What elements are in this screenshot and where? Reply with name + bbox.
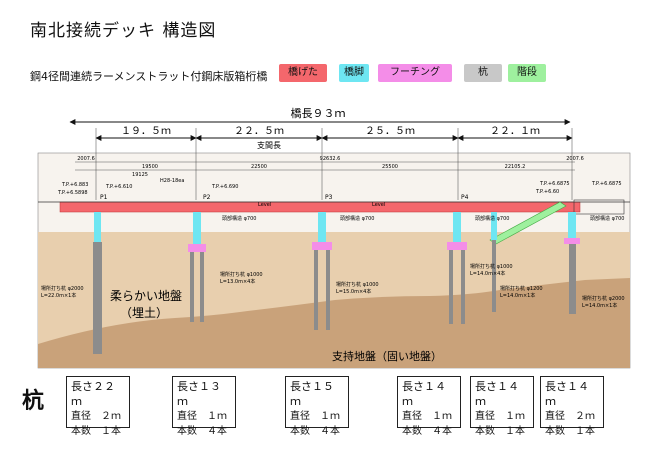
- pile-note-left: 場所打ち杭 φ2000: [41, 285, 84, 292]
- pile-note-p5-len: L=14.0m×1本: [500, 292, 535, 299]
- tp-left-bottom: T.P.+6.5898: [57, 190, 88, 196]
- pier-label-3: P3: [325, 194, 333, 201]
- span-label-2: ２２．５ｍ: [234, 126, 284, 137]
- bearing-note-3: 頭部構造 φ700: [475, 215, 509, 222]
- total-length-label: 橋長９３ｍ: [291, 106, 346, 120]
- span-label-1: １９．５ｍ: [121, 126, 171, 137]
- dim-right-end: 2007.6: [566, 156, 584, 162]
- bearing-note-2: 頭部構造 φ700: [340, 215, 374, 222]
- pile-1: [93, 242, 102, 354]
- tp-right-c: T.P.+6.6875: [591, 181, 622, 187]
- pile-spec-3: 長さ１５ｍ 直径 １ｍ 本数 ４本: [285, 376, 349, 437]
- pile-note-p3: 場所打ち杭 φ1000: [336, 281, 379, 288]
- pier-2: [193, 212, 201, 244]
- pile-note-right: 場所打ち杭 φ2000: [582, 295, 625, 302]
- dim-span-2: 22500: [251, 164, 267, 170]
- dim-span-1: 19500: [142, 164, 158, 170]
- pile-spec-diameter: 直径 １ｍ: [290, 411, 340, 422]
- soft-ground-label: 柔らかい地盤: [110, 289, 182, 303]
- dim-span-4: 22105.2: [505, 164, 526, 170]
- pile-spec-diameter: 直径 １ｍ: [177, 411, 227, 422]
- pier-label-1: P1: [100, 194, 108, 201]
- pile-spec-6: 長さ１４ｍ 直径 ２ｍ 本数 １本: [540, 376, 604, 437]
- pile-note-p2: 場所打ち杭 φ1000: [220, 271, 263, 278]
- tp-p2: T.P.+6.690: [211, 184, 238, 190]
- pile-note-right-len: L=14.0m×1本: [582, 302, 617, 309]
- pile-spec-diameter: 直径 １ｍ: [402, 411, 452, 422]
- pile-spec-count: 本数 １本: [545, 426, 595, 437]
- pile-spec-5: 長さ１４ｍ 直径 １ｍ 本数 １本: [470, 376, 534, 437]
- pile-spec-diameter: 直径 ２ｍ: [545, 411, 595, 422]
- pile-spec-count: 本数 １本: [475, 426, 525, 437]
- footing-3: [312, 242, 332, 250]
- soft-ground-sublabel: （埋土）: [120, 306, 168, 320]
- pile-3a: [314, 250, 318, 330]
- dim-span-3: 25500: [382, 164, 398, 170]
- pile-note-p5: 場所打ち杭 φ1200: [500, 285, 543, 292]
- pier-4: [453, 212, 461, 242]
- pile-4a: [449, 250, 453, 324]
- span-label-3: ２５．５ｍ: [365, 126, 415, 137]
- pier-1: [94, 212, 101, 242]
- pile-spec-1: 長さ２２ｍ 直径 ２ｍ 本数 １本: [66, 376, 130, 437]
- span-header: 支間長: [257, 140, 281, 150]
- pile-spec-count: 本数 ４本: [177, 426, 227, 437]
- pier-label-4: P4: [461, 194, 469, 201]
- pile-2a: [190, 252, 194, 322]
- level-mark-2: Level: [372, 202, 385, 208]
- pier-6: [568, 212, 576, 238]
- dim-left-end: 2007.6: [77, 156, 95, 162]
- level-mark-1: Level: [258, 202, 271, 208]
- pile-spec-length: 長さ１４ｍ: [402, 380, 446, 408]
- firm-ground-label: 支持地盤（固い地盤）: [332, 349, 442, 363]
- pile-spec-length: 長さ２２ｍ: [71, 380, 115, 408]
- pier-3: [318, 212, 326, 242]
- pile-spec-length: 長さ１５ｍ: [290, 380, 334, 408]
- pile-spec-length: 長さ１４ｍ: [545, 380, 589, 408]
- pile-spec-length: 長さ１３ｍ: [177, 380, 221, 408]
- pile-heading: 杭: [22, 389, 45, 414]
- tp-right-b: T.P.+6.60: [535, 189, 559, 195]
- pile-note-left-len: L=22.0m×1本: [41, 292, 76, 299]
- pile-note-p4: 場所打ち杭 φ1000: [470, 263, 513, 270]
- pile-6: [569, 244, 576, 314]
- pile-spec-count: 本数 １本: [71, 426, 121, 437]
- pile-note-p2-len: L=13.0m×4本: [220, 278, 255, 285]
- footing-4: [447, 242, 467, 250]
- dim-total: 92632.6: [320, 156, 341, 162]
- pile-spec-diameter: 直径 １ｍ: [475, 411, 525, 422]
- bearing-note-4: 頭部構造 φ700: [590, 215, 624, 222]
- pile-3b: [326, 250, 330, 330]
- dim-left-inner: 19125: [132, 172, 148, 178]
- pile-2b: [200, 252, 204, 322]
- girder: [59, 201, 581, 213]
- pier-label-2: P2: [203, 194, 211, 201]
- pile-spec-length: 長さ１４ｍ: [475, 380, 519, 408]
- pile-spec-diameter: 直径 ２ｍ: [71, 411, 121, 422]
- pile-spec-2: 長さ１３ｍ 直径 １ｍ 本数 ４本: [172, 376, 236, 437]
- tp-left-top: T.P.+6.883: [61, 182, 88, 188]
- pile-note-p4-len: L=14.0m×4本: [470, 270, 505, 277]
- pile-4b: [461, 250, 465, 324]
- pile-spec-4: 長さ１４ｍ 直径 １ｍ 本数 ４本: [397, 376, 461, 437]
- span-label-4: ２２．１ｍ: [490, 126, 540, 137]
- tp-right-a: T.P.+6.6875: [539, 181, 570, 187]
- tp-p1: T.P.+6.610: [105, 184, 132, 190]
- footing-2: [188, 244, 206, 252]
- footing-6: [564, 238, 580, 244]
- pile-note-p3-len: L=15.0m×4本: [336, 288, 371, 295]
- pile-spec-count: 本数 ４本: [290, 426, 340, 437]
- pile-spec-count: 本数 ４本: [402, 426, 452, 437]
- tp-p2-note: H28-18ea: [160, 178, 184, 184]
- bearing-note-1: 頭部構造 φ700: [222, 215, 256, 222]
